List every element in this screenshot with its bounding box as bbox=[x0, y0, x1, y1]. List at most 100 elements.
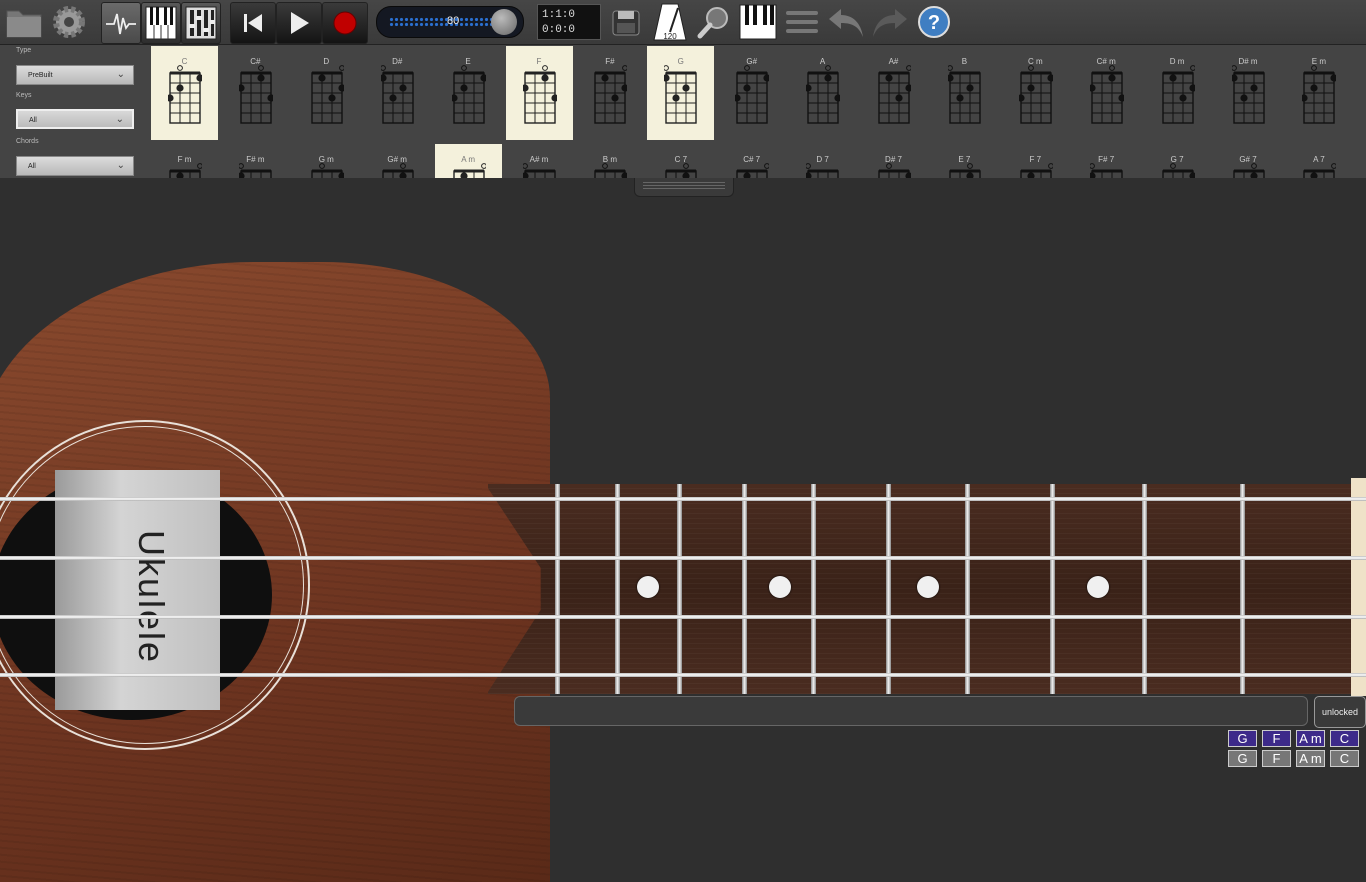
menu-icon[interactable] bbox=[784, 2, 820, 42]
string-2[interactable] bbox=[0, 556, 1366, 560]
progression-text-bar[interactable] bbox=[514, 696, 1308, 726]
fret-inlay bbox=[769, 576, 791, 598]
chord-card[interactable]: D bbox=[293, 46, 360, 140]
chord-card[interactable]: F# 7 bbox=[1073, 144, 1140, 178]
chord-diagram bbox=[311, 163, 344, 178]
chord-card[interactable]: D# bbox=[364, 46, 431, 140]
chord-card[interactable]: C# 7 bbox=[718, 144, 785, 178]
chord-card[interactable]: D# m bbox=[1215, 46, 1282, 140]
chord-card[interactable]: G bbox=[647, 46, 715, 140]
fret-wire bbox=[555, 484, 560, 694]
help-icon[interactable]: ? bbox=[916, 2, 952, 42]
mixer-icon[interactable] bbox=[181, 2, 221, 44]
rewind-icon[interactable] bbox=[230, 2, 276, 44]
fret-wire bbox=[965, 484, 970, 694]
chevron-down-icon: ⌄ bbox=[116, 69, 125, 80]
chord-diagram bbox=[594, 163, 628, 178]
chord-diagram bbox=[381, 163, 414, 178]
record-icon[interactable] bbox=[322, 2, 368, 44]
fret-inlay bbox=[917, 576, 939, 598]
fret-wire bbox=[677, 484, 682, 694]
string-1[interactable] bbox=[0, 497, 1366, 501]
chord-card[interactable]: E 7 bbox=[931, 144, 998, 178]
progression-chord-slot[interactable]: C bbox=[1330, 750, 1359, 767]
chord-card[interactable]: D# 7 bbox=[860, 144, 927, 178]
chord-card[interactable]: F 7 bbox=[1002, 144, 1069, 178]
instrument-label: Ukulele bbox=[131, 530, 172, 665]
chord-card[interactable]: A 7 bbox=[1285, 144, 1352, 178]
tempo-level-dots bbox=[389, 17, 501, 27]
chord-card[interactable]: C 7 bbox=[647, 144, 714, 178]
progression-chord-slot[interactable]: A m bbox=[1296, 750, 1325, 767]
metronome-icon[interactable]: 120 bbox=[650, 2, 690, 42]
progression-chord-button[interactable]: F bbox=[1262, 730, 1291, 747]
chord-card[interactable]: F bbox=[505, 46, 573, 140]
chord-card[interactable]: A bbox=[789, 46, 856, 140]
chord-card[interactable]: B m bbox=[576, 144, 643, 178]
chord-card[interactable]: F m bbox=[151, 144, 218, 178]
chord-diagram bbox=[736, 163, 770, 178]
progression-chord-button[interactable]: G bbox=[1228, 730, 1257, 747]
progression-chord-slot[interactable]: F bbox=[1262, 750, 1291, 767]
chord-card[interactable]: F# bbox=[576, 46, 643, 140]
position-time: 0:0:0 bbox=[542, 24, 576, 36]
chord-card[interactable]: G m bbox=[293, 144, 360, 178]
chord-card[interactable]: A# m bbox=[506, 144, 573, 178]
fret-wire bbox=[1050, 484, 1055, 694]
fret-wire bbox=[811, 484, 816, 694]
fret-wire bbox=[1240, 484, 1245, 694]
gear-icon[interactable] bbox=[49, 2, 89, 42]
chevron-down-icon: ⌄ bbox=[116, 160, 125, 171]
chord-diagram bbox=[1302, 65, 1337, 124]
progression-chord-button[interactable]: A m bbox=[1296, 730, 1325, 747]
redo-icon[interactable] bbox=[870, 2, 910, 42]
chord-diagram bbox=[878, 163, 911, 178]
tempo-slider[interactable]: 80 bbox=[376, 6, 524, 38]
undo-icon[interactable] bbox=[826, 2, 866, 42]
chord-card[interactable]: G# m bbox=[364, 144, 431, 178]
chord-diagram bbox=[878, 65, 911, 124]
chord-diagram bbox=[238, 65, 273, 124]
chord-diagram bbox=[947, 65, 981, 124]
waveform-icon[interactable] bbox=[101, 2, 141, 44]
tempo-knob[interactable] bbox=[491, 9, 517, 35]
main-toolbar: 80 1:1:0 0:0:0 120 ? bbox=[0, 0, 1366, 45]
chord-card[interactable]: C m bbox=[1002, 46, 1069, 140]
chord-diagram bbox=[451, 65, 486, 124]
chord-diagram bbox=[1161, 65, 1195, 124]
chord-card[interactable]: G 7 bbox=[1144, 144, 1211, 178]
type-dropdown[interactable]: PreBuilt ⌄ bbox=[16, 65, 134, 85]
chord-card[interactable]: D m bbox=[1144, 46, 1211, 140]
play-icon[interactable] bbox=[276, 2, 322, 44]
search-icon[interactable] bbox=[696, 2, 732, 42]
save-disk-icon[interactable] bbox=[609, 2, 643, 42]
chord-diagram bbox=[665, 163, 697, 178]
chords-dropdown[interactable]: All ⌄ bbox=[16, 156, 134, 176]
chord-card[interactable]: A# bbox=[860, 46, 927, 140]
keys-dropdown[interactable]: All ⌄ bbox=[16, 109, 134, 129]
chord-card[interactable]: C bbox=[151, 46, 218, 140]
panel-resize-handle[interactable] bbox=[634, 178, 734, 197]
chord-card[interactable]: E m bbox=[1285, 46, 1352, 140]
piano-keys-icon[interactable] bbox=[141, 2, 181, 44]
chord-card[interactable]: G# 7 bbox=[1215, 144, 1282, 178]
folder-icon[interactable] bbox=[4, 2, 44, 42]
type-dropdown-value: PreBuilt bbox=[28, 72, 53, 79]
chord-diagram bbox=[1161, 163, 1195, 178]
chord-card[interactable]: E bbox=[435, 46, 502, 140]
progression-chord-button[interactable]: C bbox=[1330, 730, 1359, 747]
chord-diagram bbox=[169, 163, 202, 178]
lock-toggle-button[interactable]: unlocked bbox=[1314, 696, 1366, 728]
progression-chord-slot[interactable]: G bbox=[1228, 750, 1257, 767]
chord-card[interactable]: C# m bbox=[1073, 46, 1140, 140]
chord-card[interactable]: D 7 bbox=[789, 144, 856, 178]
string-3[interactable] bbox=[0, 615, 1366, 619]
chord-card[interactable]: G# bbox=[718, 46, 785, 140]
keyboard-icon[interactable] bbox=[738, 2, 778, 42]
chord-card[interactable]: C# bbox=[222, 46, 289, 140]
chord-card[interactable]: F# m bbox=[222, 144, 289, 178]
chord-diagram bbox=[168, 65, 202, 124]
string-4[interactable] bbox=[0, 673, 1366, 677]
chord-card[interactable]: B bbox=[931, 46, 998, 140]
chord-card[interactable]: A m bbox=[434, 144, 502, 178]
